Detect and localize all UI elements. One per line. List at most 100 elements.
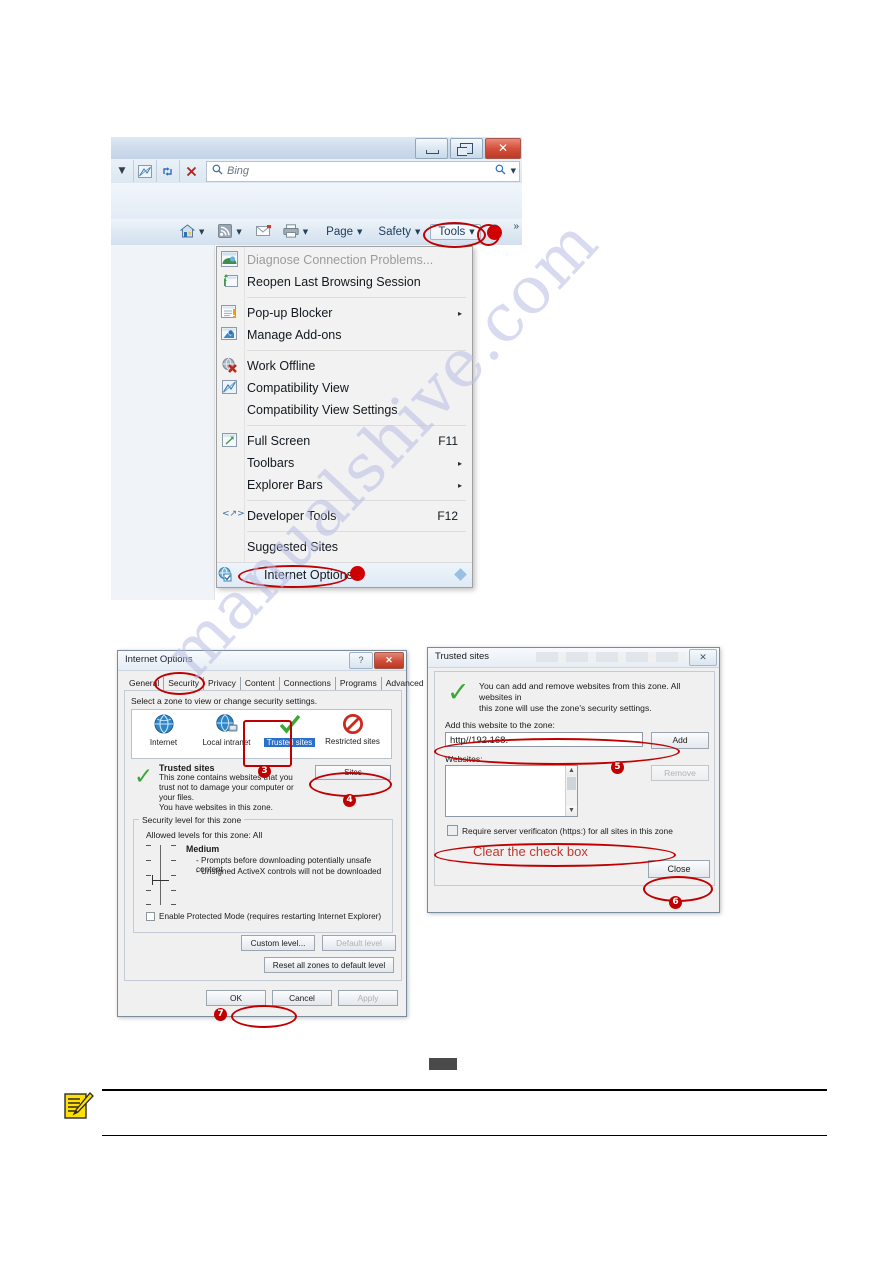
menu-item-manage-add-ons[interactable]: Manage Add-ons xyxy=(217,324,472,346)
apply-button[interactable]: Apply xyxy=(338,990,398,1006)
tab-security[interactable]: Security xyxy=(164,677,204,690)
minimize-button[interactable] xyxy=(415,138,448,159)
submenu-arrow-icon: ▸ xyxy=(457,458,462,468)
safety-caret-icon[interactable]: ▼ xyxy=(415,228,420,236)
search-submit-group[interactable]: ▼ xyxy=(495,164,519,178)
feeds-caret-icon[interactable]: ▼ xyxy=(236,228,241,236)
menu-item-full-screen[interactable]: Full Screen F11 xyxy=(217,430,472,452)
background-ghost-tabs xyxy=(536,652,686,662)
tab-programs[interactable]: Programs xyxy=(336,677,382,690)
menu-expand-diamond-icon[interactable] xyxy=(454,568,467,581)
menu-item-toolbars[interactable]: Toolbars ▸ xyxy=(217,452,472,474)
zone-local-intranet[interactable]: Local intranet xyxy=(195,710,258,747)
command-bar-overflow[interactable]: » xyxy=(513,221,519,232)
tab-privacy[interactable]: Privacy xyxy=(204,677,241,690)
step-badge-3: 3 xyxy=(258,765,271,778)
internet-options-dialog: Internet Options ? ✕ General Security Pr… xyxy=(117,650,429,1017)
tools-menu-button[interactable]: Tools ▼ xyxy=(430,224,481,240)
require-verification-label: Require server verificaton (https:) for … xyxy=(462,825,673,836)
cancel-button[interactable]: Cancel xyxy=(272,990,332,1006)
security-level-legend: Security level for this zone xyxy=(139,815,245,825)
search-provider-caret[interactable]: ▼ xyxy=(511,167,516,175)
tools-menu-label: Tools xyxy=(438,226,466,238)
green-check-icon xyxy=(278,714,302,737)
scroll-up-icon[interactable]: ▲ xyxy=(566,766,577,776)
require-verification-row[interactable]: Require server verificaton (https:) for … xyxy=(447,825,673,836)
protected-mode-checkbox[interactable] xyxy=(146,912,155,921)
menu-item-suggested-sites[interactable]: Suggested Sites xyxy=(217,536,472,558)
search-magnifier-icon[interactable] xyxy=(495,164,506,178)
print-caret-icon[interactable]: ▼ xyxy=(303,228,308,236)
mail-button[interactable] xyxy=(253,222,275,242)
print-button[interactable]: ▼ xyxy=(280,222,311,242)
page-left-strip xyxy=(111,245,215,600)
menu-item-internet-options[interactable]: Internet Options xyxy=(217,562,472,587)
close-button[interactable]: ✕ xyxy=(374,652,404,669)
zone-detail-line-2: trust not to damage your computer or xyxy=(159,783,294,792)
menu-item-shortcut: F12 xyxy=(437,509,458,523)
stop-icon[interactable] xyxy=(179,160,202,182)
note-pencil-icon xyxy=(64,1091,94,1121)
menu-item-diagnose-connection-problems[interactable]: Diagnose Connection Problems... xyxy=(217,249,472,271)
refresh-icon[interactable] xyxy=(156,160,179,182)
menu-item-work-offline[interactable]: Work Offline xyxy=(217,355,472,377)
zone-restricted-sites[interactable]: Restricted sites xyxy=(321,710,384,747)
website-input[interactable]: http//192.168. xyxy=(445,732,643,747)
security-level-slider[interactable] xyxy=(146,844,176,906)
zone-trusted-sites[interactable]: Trusted sites xyxy=(258,710,321,747)
menu-item-label: Work Offline xyxy=(247,359,316,373)
page-menu-label: Page xyxy=(326,226,354,238)
reset-all-zones-button[interactable]: Reset all zones to default level xyxy=(264,957,394,973)
tab-content[interactable]: Content xyxy=(241,677,280,690)
menu-item-explorer-bars[interactable]: Explorer Bars ▸ xyxy=(217,474,472,496)
menu-item-reopen-last-browsing-session[interactable]: Reopen Last Browsing Session xyxy=(217,271,472,293)
sites-button[interactable]: Sites xyxy=(315,765,391,780)
close-button[interactable]: ✕ xyxy=(485,138,521,159)
remove-button[interactable]: Remove xyxy=(651,765,709,781)
info-line-2: this zone will use the zone's security s… xyxy=(479,703,652,713)
menu-item-developer-tools[interactable]: <↗> Developer Tools F12 xyxy=(217,505,472,527)
menu-item-popup-blocker[interactable]: Pop-up Blocker ▸ xyxy=(217,302,472,324)
scroll-down-icon[interactable]: ▼ xyxy=(566,806,577,816)
ok-button[interactable]: OK xyxy=(206,990,266,1006)
add-button[interactable]: Add xyxy=(651,732,709,749)
restore-button[interactable] xyxy=(450,138,483,159)
close-dialog-button[interactable]: Close xyxy=(648,860,710,878)
safety-menu-button[interactable]: Safety ▼ xyxy=(375,222,423,242)
page-menu-button[interactable]: Page ▼ xyxy=(323,222,365,242)
search-input[interactable]: Bing ▼ xyxy=(206,160,520,182)
security-tab-panel: Select a zone to view or change security… xyxy=(124,690,402,981)
mail-icon xyxy=(255,224,272,240)
tab-advanced[interactable]: Advanced xyxy=(382,677,429,690)
zone-internet[interactable]: Internet xyxy=(132,710,195,747)
home-button[interactable]: ▼ xyxy=(177,222,207,242)
scrollbar-thumb[interactable] xyxy=(567,777,576,790)
close-button[interactable]: ✕ xyxy=(689,649,717,666)
globe-network-icon xyxy=(215,714,239,737)
help-button[interactable]: ? xyxy=(349,652,373,669)
home-caret-icon[interactable]: ▼ xyxy=(199,228,204,236)
require-verification-checkbox[interactable] xyxy=(447,825,458,836)
menu-item-compatibility-view[interactable]: Compatibility View xyxy=(217,377,472,399)
protected-mode-row[interactable]: Enable Protected Mode (requires restarti… xyxy=(146,912,381,921)
dialog-title: Internet Options xyxy=(125,654,193,665)
custom-level-button[interactable]: Custom level... xyxy=(241,935,315,951)
clear-checkbox-annotation: Clear the check box xyxy=(473,844,588,859)
feeds-button[interactable]: ▼ xyxy=(215,222,244,242)
dialog-footer: OK Cancel Apply xyxy=(118,982,406,1016)
tools-caret-icon[interactable]: ▼ xyxy=(469,228,474,236)
websites-list[interactable]: ▲ ▼ xyxy=(445,765,578,817)
websites-scrollbar[interactable]: ▲ ▼ xyxy=(565,766,577,816)
menu-item-compatibility-view-settings[interactable]: Compatibility View Settings xyxy=(217,399,472,421)
tab-general[interactable]: General xyxy=(125,677,165,690)
close-icon: ✕ xyxy=(497,141,509,155)
address-history-caret[interactable]: ▼ xyxy=(111,166,133,176)
page-caret-icon[interactable]: ▼ xyxy=(357,228,362,236)
compatibility-view-icon[interactable] xyxy=(133,160,156,182)
security-level-name: Medium xyxy=(186,844,220,854)
tab-connections[interactable]: Connections xyxy=(280,677,336,690)
submenu-arrow-icon: ▸ xyxy=(457,308,462,318)
default-level-button[interactable]: Default level xyxy=(322,935,396,951)
slider-track xyxy=(160,845,161,905)
slider-thumb[interactable] xyxy=(152,880,169,881)
